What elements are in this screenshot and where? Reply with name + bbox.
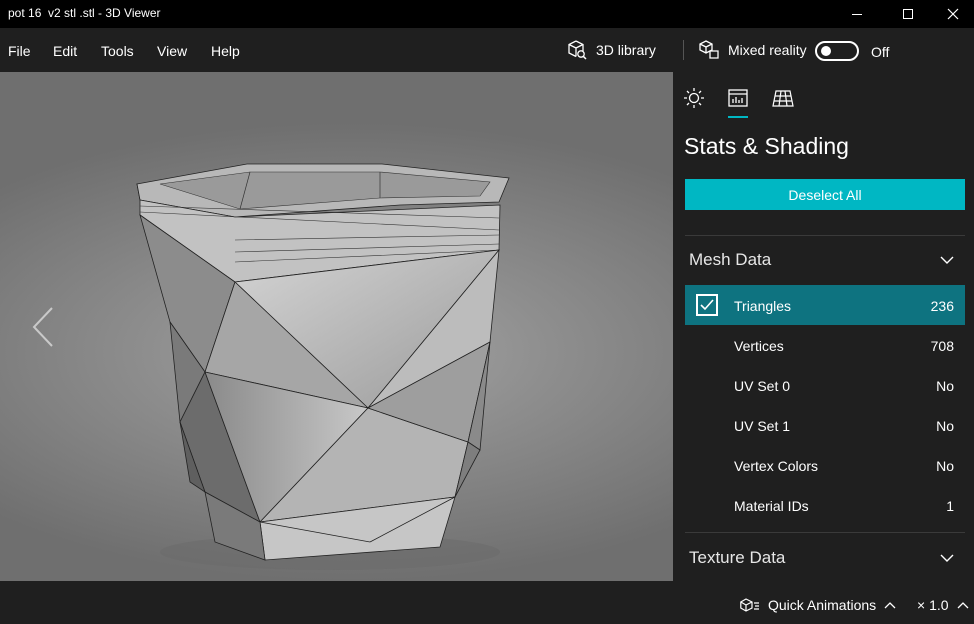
row-label: Vertices xyxy=(734,338,784,354)
tab-grid[interactable] xyxy=(771,86,795,110)
quick-animations-button[interactable]: Quick Animations xyxy=(740,597,896,613)
row-value: No xyxy=(936,418,954,434)
bottom-bar: Quick Animations × 1.0 xyxy=(0,581,974,624)
chevron-down-icon[interactable] xyxy=(939,254,955,266)
row-label: Material IDs xyxy=(734,498,809,514)
menu-file[interactable]: File xyxy=(8,43,31,59)
mixed-reality-toggle[interactable] xyxy=(815,41,859,61)
row-label: Triangles xyxy=(734,298,792,314)
3d-library-button[interactable]: 3D library xyxy=(566,36,656,64)
minimize-button[interactable] xyxy=(834,0,880,28)
maximize-icon xyxy=(903,9,913,19)
triangles-checkbox[interactable] xyxy=(696,294,718,316)
mesh-row-uv-set-0: UV Set 0 No xyxy=(685,365,965,405)
sun-icon xyxy=(684,88,704,108)
toggle-state-label: Off xyxy=(871,44,890,60)
panel-title: Stats & Shading xyxy=(684,133,849,159)
close-button[interactable] xyxy=(930,0,974,28)
menu-tools[interactable]: Tools xyxy=(101,43,134,59)
previous-arrow-icon[interactable] xyxy=(30,304,56,350)
checkmark-icon xyxy=(700,299,714,311)
animation-speed-button[interactable]: × 1.0 xyxy=(917,597,969,613)
row-value: 708 xyxy=(930,338,954,354)
active-tab-indicator xyxy=(728,116,748,118)
mesh-row-uv-set-1: UV Set 1 No xyxy=(685,405,965,445)
mixed-reality-icon xyxy=(699,40,719,59)
row-label: UV Set 1 xyxy=(734,418,791,434)
mesh-row-material-ids: Material IDs 1 xyxy=(685,485,965,525)
texture-data-header[interactable]: Texture Data xyxy=(689,548,785,568)
chevron-up-icon xyxy=(957,602,968,609)
chevron-up-icon xyxy=(884,602,896,609)
stats-icon xyxy=(728,89,748,107)
close-icon xyxy=(947,8,959,20)
row-value: No xyxy=(936,458,954,474)
tab-lighting[interactable] xyxy=(682,86,706,110)
speed-label: × 1.0 xyxy=(917,597,949,613)
row-value: No xyxy=(936,378,954,394)
mesh-data-header[interactable]: Mesh Data xyxy=(689,250,771,270)
pot-model[interactable] xyxy=(0,72,673,581)
mesh-row-triangles[interactable]: Triangles 236 xyxy=(685,285,965,325)
menu-view[interactable]: View xyxy=(157,43,187,59)
divider xyxy=(685,532,965,533)
menu-help[interactable]: Help xyxy=(211,43,240,59)
maximize-button[interactable] xyxy=(885,0,931,28)
cube-search-icon xyxy=(568,40,587,60)
toggle-knob xyxy=(821,46,831,56)
title-bar: pot 16 v2 stl .stl - 3D Viewer xyxy=(0,0,974,28)
stats-panel: Stats & Shading Deselect All Mesh Data T… xyxy=(673,72,974,581)
3d-library-label: 3D library xyxy=(596,42,656,58)
row-label: Vertex Colors xyxy=(734,458,819,474)
window-title: pot 16 v2 stl .stl - 3D Viewer xyxy=(8,6,161,20)
menu-bar: File Edit Tools View Help 3D library Mix… xyxy=(0,28,974,72)
mixed-reality-label: Mixed reality xyxy=(728,42,807,58)
mixed-reality-button[interactable]: Mixed reality xyxy=(698,36,807,64)
tab-stats[interactable] xyxy=(726,86,750,110)
mesh-row-vertex-colors: Vertex Colors No xyxy=(685,445,965,485)
quick-animations-label: Quick Animations xyxy=(768,597,877,613)
row-value: 1 xyxy=(946,498,954,514)
minimize-icon xyxy=(852,14,862,15)
divider xyxy=(685,235,965,236)
row-value: 236 xyxy=(930,298,954,314)
chevron-down-icon[interactable] xyxy=(939,552,955,564)
mesh-row-vertices: Vertices 708 xyxy=(685,325,965,365)
grid-icon xyxy=(772,90,794,107)
menu-edit[interactable]: Edit xyxy=(53,43,77,59)
deselect-all-button[interactable]: Deselect All xyxy=(685,179,965,210)
toolbar-divider xyxy=(683,40,684,60)
row-label: UV Set 0 xyxy=(734,378,791,394)
animation-icon xyxy=(740,598,759,612)
3d-viewport[interactable] xyxy=(0,72,673,581)
